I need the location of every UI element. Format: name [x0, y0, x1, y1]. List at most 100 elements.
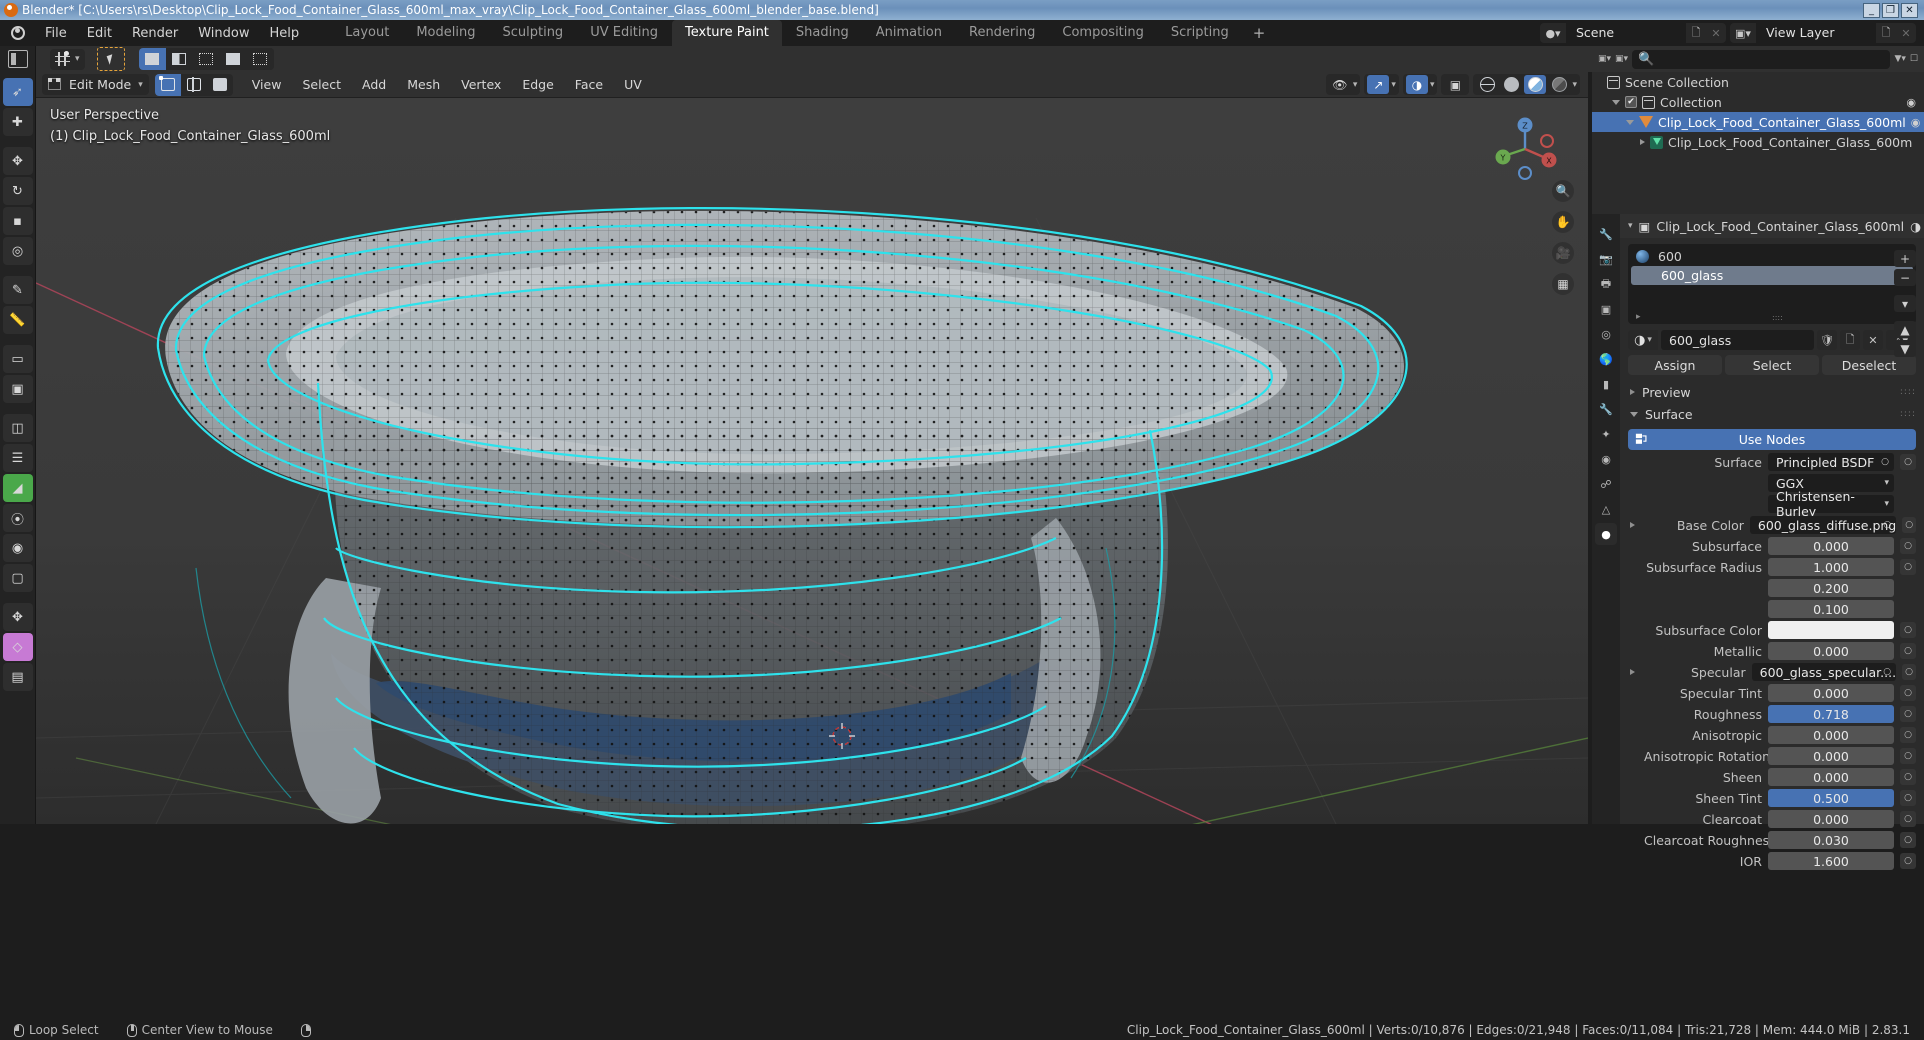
chevron-right-icon[interactable]: [1629, 522, 1635, 528]
material-select-button[interactable]: Select: [1725, 355, 1819, 375]
tool-extrude[interactable]: ▭: [2, 345, 33, 373]
outliner-search-input[interactable]: 🔍: [1632, 49, 1891, 69]
list-grip-icon[interactable]: ::::: [1772, 313, 1783, 322]
animate-property-button[interactable]: ○: [1900, 811, 1916, 827]
animate-property-button[interactable]: ○: [1900, 748, 1916, 764]
add-slot-button[interactable]: +: [1894, 250, 1916, 267]
tool-shear[interactable]: ▤: [2, 663, 33, 691]
tool-knife[interactable]: ◢: [2, 474, 33, 502]
navigation-gizmo[interactable]: Z Y X: [1490, 114, 1557, 180]
property-value-field[interactable]: 600_glass_specular.... ○: [1751, 663, 1897, 681]
workspace-tab-shading[interactable]: Shading: [783, 20, 862, 46]
close-button[interactable]: ✕: [1901, 2, 1918, 18]
menu-item-edit[interactable]: Edit: [78, 23, 121, 44]
browse-material-button[interactable]: ◑ ▾: [1628, 330, 1658, 350]
workspace-tab-uv-editing[interactable]: UV Editing: [577, 20, 671, 46]
chevron-down-icon[interactable]: ▾: [1628, 221, 1633, 231]
material-slot-list[interactable]: 600 600_glass ▸ ::::: [1628, 244, 1916, 324]
select-set-button[interactable]: [138, 48, 166, 70]
material-deselect-button[interactable]: Deselect: [1822, 355, 1916, 375]
maximize-button[interactable]: ❐: [1882, 2, 1899, 18]
outliner-row[interactable]: Scene Collection: [1592, 72, 1924, 92]
viewlayer-delete-icon[interactable]: ✕: [1896, 23, 1916, 43]
menu-item-file[interactable]: File: [36, 23, 76, 44]
workspace-tab-modeling[interactable]: Modeling: [403, 20, 488, 46]
tool-measure[interactable]: 📏: [2, 306, 33, 334]
visibility-checkbox[interactable]: ✔: [1625, 96, 1637, 108]
property-value-field[interactable]: 0.000: [1768, 537, 1894, 555]
tool-loopcut[interactable]: ☰: [2, 444, 33, 472]
chevron-right-icon[interactable]: [1629, 669, 1635, 675]
tab-physics[interactable]: ◉: [1595, 448, 1617, 470]
property-value-field[interactable]: 0.500: [1768, 789, 1894, 807]
section-preview[interactable]: Preview ::::: [1620, 381, 1924, 403]
tab-particles[interactable]: ✦: [1595, 423, 1617, 445]
unlink-material-button[interactable]: ✕: [1863, 330, 1883, 350]
menu-item-render[interactable]: Render: [123, 23, 187, 44]
animate-property-button[interactable]: ○: [1900, 643, 1916, 659]
tab-material[interactable]: ●: [1595, 523, 1617, 545]
material-slot-row[interactable]: 600_glass: [1631, 266, 1913, 285]
material-name-input[interactable]: 600_glass: [1661, 330, 1814, 350]
material-slot-row[interactable]: 600: [1628, 247, 1916, 266]
workspace-tab-layout[interactable]: Layout: [332, 20, 402, 46]
property-value-field[interactable]: 1.600: [1768, 852, 1894, 870]
material-preview-button[interactable]: [1524, 75, 1547, 94]
property-value-field[interactable]: 0.030: [1768, 831, 1894, 849]
viewport-menu-face[interactable]: Face: [566, 74, 612, 95]
fake-user-button[interactable]: 🛡: [1817, 330, 1837, 350]
workspace-tab-scripting[interactable]: Scripting: [1158, 20, 1242, 46]
property-value-field[interactable]: Principled BSDF ○: [1768, 453, 1894, 471]
viewport-menu-vertex[interactable]: Vertex: [452, 74, 510, 95]
minimize-button[interactable]: _: [1863, 2, 1880, 18]
animate-property-button[interactable]: ○: [1900, 727, 1916, 743]
move-slot-up-button[interactable]: ▲: [1894, 321, 1916, 338]
use-nodes-button[interactable]: Use Nodes: [1628, 429, 1916, 450]
select-intersect-button[interactable]: [246, 48, 274, 70]
tool-scale[interactable]: ▪: [2, 207, 33, 235]
vertex-select-button[interactable]: [154, 73, 181, 96]
expand-slot[interactable]: [1628, 522, 1637, 528]
workspace-tab-rendering[interactable]: Rendering: [956, 20, 1048, 46]
move-slot-down-button[interactable]: ▼: [1894, 340, 1916, 357]
select-subtract-button[interactable]: [192, 48, 220, 70]
editor-type-icon[interactable]: ▣▾: [1598, 54, 1611, 64]
chevron-down-icon[interactable]: [1612, 99, 1620, 105]
viewlayer-name[interactable]: View Layer: [1756, 23, 1876, 43]
gizmo-icon[interactable]: ↗: [1367, 75, 1390, 94]
animate-property-button[interactable]: ○: [1900, 706, 1916, 722]
tab-object[interactable]: ▮: [1595, 373, 1617, 395]
snapping-dropdown[interactable]: ▾: [50, 48, 85, 70]
property-value-field[interactable]: [1768, 621, 1894, 639]
animate-property-button[interactable]: ○: [1900, 559, 1916, 575]
property-value-field[interactable]: 600_glass_diffuse.png ○: [1749, 516, 1897, 534]
animate-property-button[interactable]: ○: [1902, 664, 1916, 680]
animate-property-button[interactable]: ○: [1900, 538, 1916, 554]
viewport-menu-view[interactable]: View: [243, 74, 291, 95]
editor-type-button[interactable]: [0, 46, 36, 72]
menu-item-help[interactable]: Help: [261, 23, 309, 44]
viewlayer-selector[interactable]: ▣▾ View Layer 🗋 ✕: [1730, 23, 1916, 43]
outliner-row[interactable]: ✔ Collection ◉: [1592, 92, 1924, 112]
expand-slot[interactable]: [1628, 669, 1637, 675]
tool-shrink-fatten[interactable]: ◇: [2, 633, 33, 661]
select-extend-button[interactable]: [165, 48, 193, 70]
property-value-field[interactable]: 0.000: [1768, 768, 1894, 786]
tab-tool[interactable]: 🔧: [1595, 223, 1617, 245]
tool-rotate[interactable]: ↻: [2, 177, 33, 205]
tab-modifiers[interactable]: 🔧: [1595, 398, 1617, 420]
tab-render[interactable]: 📷: [1595, 248, 1617, 270]
property-value-field[interactable]: 0.000: [1768, 684, 1894, 702]
property-value-field[interactable]: 0.718: [1768, 705, 1894, 723]
scene-delete-icon[interactable]: ✕: [1706, 23, 1726, 43]
solid-shading-button[interactable]: [1500, 75, 1522, 94]
viewport-menu-mesh[interactable]: Mesh: [398, 74, 449, 95]
rendered-shading-button[interactable]: [1548, 75, 1570, 94]
property-value-field[interactable]: 0.000: [1768, 747, 1894, 765]
display-mode-icon[interactable]: ▣▾: [1615, 54, 1628, 64]
slot-specials-button[interactable]: ▾: [1894, 295, 1916, 312]
tool-cursor[interactable]: ✚: [2, 108, 33, 136]
outliner-row[interactable]: Clip_Lock_Food_Container_Glass_600m: [1592, 132, 1924, 152]
property-value-field[interactable]: 0.000: [1768, 642, 1894, 660]
animate-property-button[interactable]: ○: [1900, 622, 1916, 638]
